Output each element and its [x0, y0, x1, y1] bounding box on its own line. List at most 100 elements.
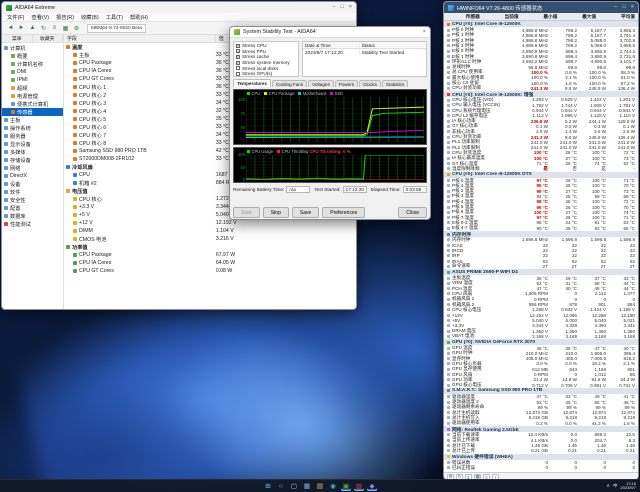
stability-test-icon[interactable]: ▥ [354, 481, 364, 491]
sensor-row[interactable]: 命令速率 2T 2T 2T 2T [444, 263, 638, 269]
sensor-row[interactable]: 已纠正错误 0 0 0 0 [444, 465, 638, 470]
forward-icon[interactable]: ► [17, 24, 26, 33]
sensor-row[interactable]: DIMM 1.104 V [64, 227, 356, 235]
start-icon[interactable]: ⊞ [263, 481, 273, 491]
tree-item[interactable]: 计算机名称 [2, 60, 63, 68]
sensor-row[interactable]: 功率值 [64, 243, 356, 251]
sensor-row[interactable]: CPU IA Cores 64.05 W [64, 259, 356, 267]
up-icon[interactable]: ▲ [28, 24, 37, 33]
dialog-button[interactable]: Stop [262, 207, 289, 218]
column-header[interactable]: 最大值 [560, 14, 599, 20]
tree-item[interactable]: IPMI [2, 76, 63, 84]
tree-item[interactable]: 存储设备 [2, 156, 63, 164]
tree-item[interactable]: 多媒体 [2, 148, 63, 156]
sensor-tab[interactable]: Statistics [381, 80, 409, 87]
sensor-row[interactable]: VBAT 电池 3.168 V 3.168 3.168 3.168 [444, 333, 638, 339]
tree-item[interactable]: 性能测试 [2, 220, 63, 228]
menu-item[interactable]: 工具(T) [106, 13, 123, 21]
checkbox-icon [236, 54, 240, 59]
aida64-titlebar[interactable]: AIDA64 Extreme – □ × [2, 2, 356, 13]
column-header[interactable]: 当前值 [483, 14, 522, 20]
menu-item[interactable]: 文件(F) [7, 13, 24, 21]
dialog-button[interactable]: Preferences [322, 207, 366, 218]
minimize-button[interactable]: – [332, 2, 335, 13]
tree-item[interactable]: 操作系统 [2, 124, 63, 132]
widgets-icon[interactable]: ▦ [302, 481, 312, 491]
menu-item[interactable]: 报告(R) [56, 13, 74, 21]
task-view-icon[interactable]: ▢ [289, 481, 299, 491]
column-header[interactable]: 传感器 [444, 14, 483, 20]
sensor-icon [447, 461, 450, 465]
sensor-row[interactable]: +12 V 12.192 V [64, 219, 356, 227]
hwinfo-titlebar[interactable]: HWiNFO64 V7.26-4800 传感器状态 – □ × [444, 2, 638, 13]
tree-item[interactable]: 计算机 [2, 44, 63, 52]
close-button[interactable]: × [349, 2, 352, 13]
dialog-button[interactable]: Start [233, 207, 260, 218]
ime-indicator[interactable]: 中 [613, 483, 618, 489]
tree-item[interactable]: 超频 [2, 84, 63, 92]
tree-item[interactable]: 显示设备 [2, 140, 63, 148]
tree-item[interactable]: 配置 [2, 204, 63, 212]
tree-item[interactable]: 服务器 [2, 132, 63, 140]
file-explorer-icon[interactable]: ▤ [315, 481, 325, 491]
sensor-row[interactable]: GPU 核心电压 0.712 V 0.706 V 0.981 V 0.731 V [444, 382, 638, 388]
refresh-icon[interactable]: ↻ [39, 24, 48, 33]
sensor-tab[interactable]: Voltages [308, 80, 334, 87]
sensor-tab[interactable]: Clocks [359, 80, 381, 87]
sensor-row[interactable]: CPU GT Cores 0.08 W [64, 267, 356, 275]
menu-item[interactable]: 查看(V) [31, 13, 49, 21]
column-header-field[interactable]: 字段 [64, 35, 216, 42]
column-header[interactable]: 平均值 [599, 14, 638, 20]
sensor-tab[interactable]: Cooling Fans [272, 80, 308, 87]
sensor-icon [447, 92, 450, 96]
sensor-icon [447, 318, 450, 322]
sensor-row[interactable]: CMOS 电池 3.216 V [64, 235, 356, 243]
settings-icon[interactable]: ⚙ [72, 24, 81, 33]
minimize-button[interactable]: – [614, 2, 617, 13]
back-icon[interactable]: ◄ [6, 24, 15, 33]
dialog-button[interactable]: Save [291, 207, 320, 218]
tree-item[interactable]: 设备 [2, 180, 63, 188]
clock[interactable]: 17:16 2023/9/7 [620, 481, 636, 491]
report-icon[interactable]: ≡ [50, 24, 59, 33]
tree-item[interactable]: 概要 [2, 52, 63, 60]
sensor-row[interactable]: CPU Package 67.97 W [64, 251, 356, 259]
tree-item-icon [11, 62, 15, 66]
tree-item[interactable]: 传感器 [2, 108, 63, 116]
hwinfo-icon[interactable]: ◆ [367, 481, 377, 491]
maximize-button[interactable]: □ [622, 2, 625, 13]
tree-item[interactable]: 网络 [2, 164, 63, 172]
tree-item[interactable]: DirectX [2, 172, 63, 180]
chart-icon[interactable]: ▦ [61, 24, 70, 33]
maximize-button[interactable]: □ [340, 2, 343, 13]
dialog-button[interactable]: Close [398, 207, 427, 218]
sensor-row[interactable]: 温度限制降频 是 否 是 - [444, 166, 638, 171]
tree-item[interactable]: 主板 [2, 116, 63, 124]
tree-item[interactable]: 安全性 [2, 196, 63, 204]
column-header[interactable]: 最小值 [522, 14, 561, 20]
sensor-icon [447, 189, 450, 193]
sensor-tab[interactable]: Powers [334, 80, 359, 87]
tree-item[interactable]: 电源管理 [2, 92, 63, 100]
sensor-tab[interactable]: Temperatures [233, 79, 272, 87]
tree-item[interactable]: DMI [2, 68, 63, 76]
sensor-row-icon [73, 173, 77, 177]
stress-checkbox[interactable]: Stress GPU(s) [236, 71, 296, 76]
stat-field: Test Started: 17:12:20 [314, 186, 367, 193]
stress-checkbox[interactable]: Stress system memory [236, 60, 296, 66]
close-button[interactable]: × [423, 27, 426, 38]
tree-item[interactable]: 软件 [2, 188, 63, 196]
close-button[interactable]: × [631, 2, 634, 13]
panel-tab[interactable]: 收藏夹 [32, 35, 63, 42]
edge-icon[interactable]: ◉ [328, 481, 338, 491]
search-icon[interactable]: ○ [276, 481, 286, 491]
menu-item[interactable]: 收藏(B) [81, 13, 99, 21]
panel-tab[interactable]: 菜单 [2, 35, 33, 42]
tray-chevron-icon[interactable]: ∧ [606, 483, 609, 489]
aida64-icon[interactable]: ▣ [341, 481, 351, 491]
version-selector[interactable]: MBM64-8.74-8020 Beta [87, 23, 146, 33]
tree-item[interactable]: 便携式计算机 [2, 100, 63, 108]
menu-item[interactable]: 帮助(H) [130, 13, 148, 21]
tree-item[interactable]: 数据库 [2, 212, 63, 220]
stability-test-titlebar[interactable]: System Stability Test - AIDA64 × [230, 27, 430, 38]
